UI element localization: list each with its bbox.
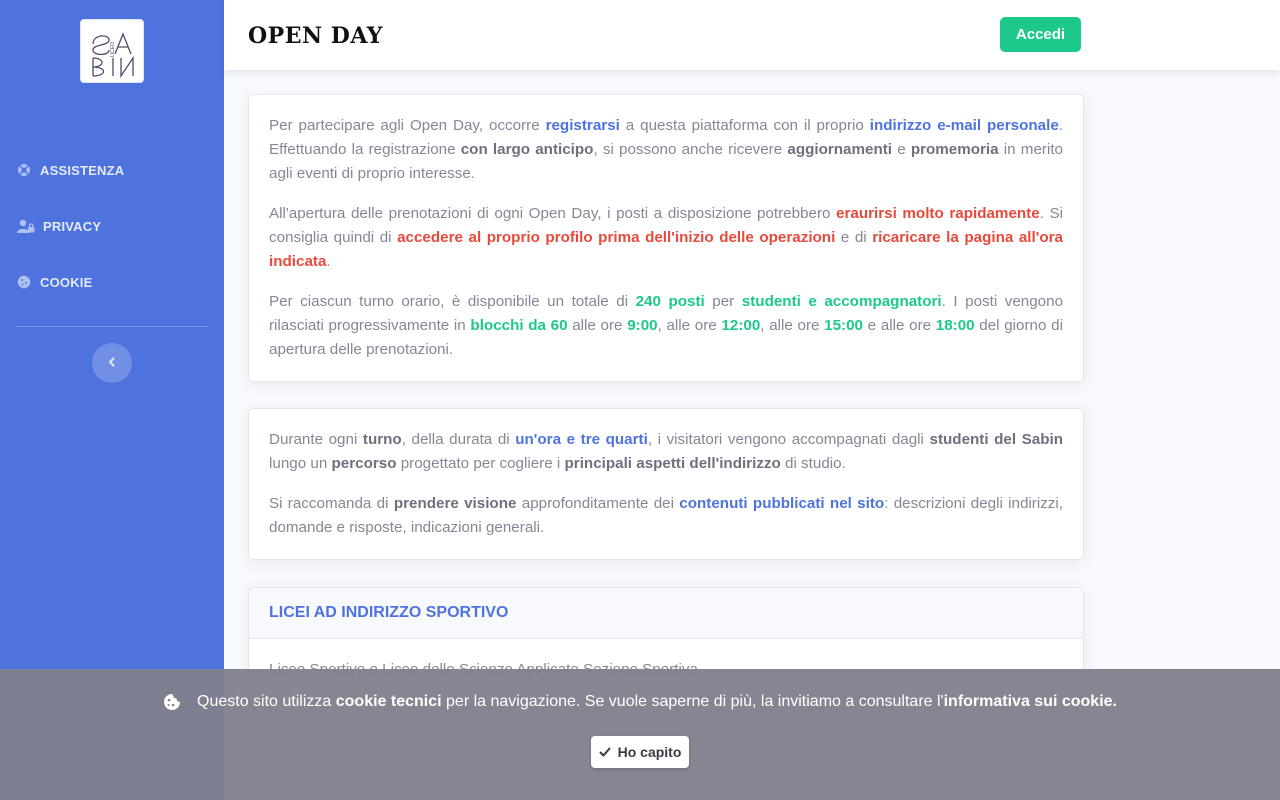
sidebar-toggle-button[interactable] <box>92 343 132 383</box>
cookie-policy-link[interactable]: informativa sui cookie. <box>944 693 1117 710</box>
card-header[interactable]: LICEI AD INDIRIZZO SPORTIVO <box>249 588 1083 639</box>
cookie-icon <box>163 693 181 711</box>
paragraph: All'apertura delle prenotazioni di ogni … <box>269 205 1063 270</box>
sidebar-item-cookie[interactable]: COOKIE <box>16 270 92 294</box>
accept-cookies-button[interactable]: Ho capito <box>591 736 689 768</box>
sidebar-item-label: ASSISTENZA <box>40 162 125 178</box>
svg-text:LICEO: LICEO <box>110 42 116 57</box>
liceo-sabin-logo[interactable]: LICEO <box>80 19 144 83</box>
user-lock-icon <box>16 218 35 234</box>
sidebar-divider <box>16 326 208 327</box>
registration-link: registrarsi <box>545 117 620 134</box>
life-ring-icon <box>16 162 32 178</box>
site-content-link[interactable]: contenuti pubblicati nel sito <box>679 495 884 512</box>
cookie-icon <box>16 274 32 290</box>
topbar: OPEN DAY Accedi <box>224 0 1280 70</box>
login-button[interactable]: Accedi <box>1000 17 1081 52</box>
cookie-message: Questo sito utilizza cookie tecnici per … <box>0 693 1280 711</box>
cookie-banner: Questo sito utilizza cookie tecnici per … <box>0 669 1280 800</box>
info-card-registration: Per partecipare agli Open Day, occorre r… <box>248 94 1084 382</box>
page-title: OPEN DAY <box>248 23 384 49</box>
sidebar-item-label: PRIVACY <box>43 218 102 234</box>
paragraph: Per ciascun turno orario, è disponibile … <box>269 293 1064 358</box>
accept-cookies-label: Ho capito <box>617 744 682 760</box>
paragraph: Per partecipare agli Open Day, occorre r… <box>269 117 1064 182</box>
logo-mark-icon: LICEO <box>92 32 134 79</box>
chevron-left-icon <box>107 354 117 372</box>
check-icon <box>599 746 611 758</box>
sidebar-item-assistenza[interactable]: ASSISTENZA <box>16 158 124 182</box>
sidebar-item-label: COOKIE <box>40 274 93 290</box>
paragraph: Durante ogni turno, della durata di un'o… <box>269 431 1064 472</box>
card-header-title: LICEI AD INDIRIZZO SPORTIVO <box>269 604 509 621</box>
sidebar-item-privacy[interactable]: PRIVACY <box>16 214 101 238</box>
info-card-tour: Durante ogni turno, della durata di un'o… <box>248 408 1084 560</box>
paragraph: Si raccomanda di prendere visione approf… <box>269 495 1063 536</box>
